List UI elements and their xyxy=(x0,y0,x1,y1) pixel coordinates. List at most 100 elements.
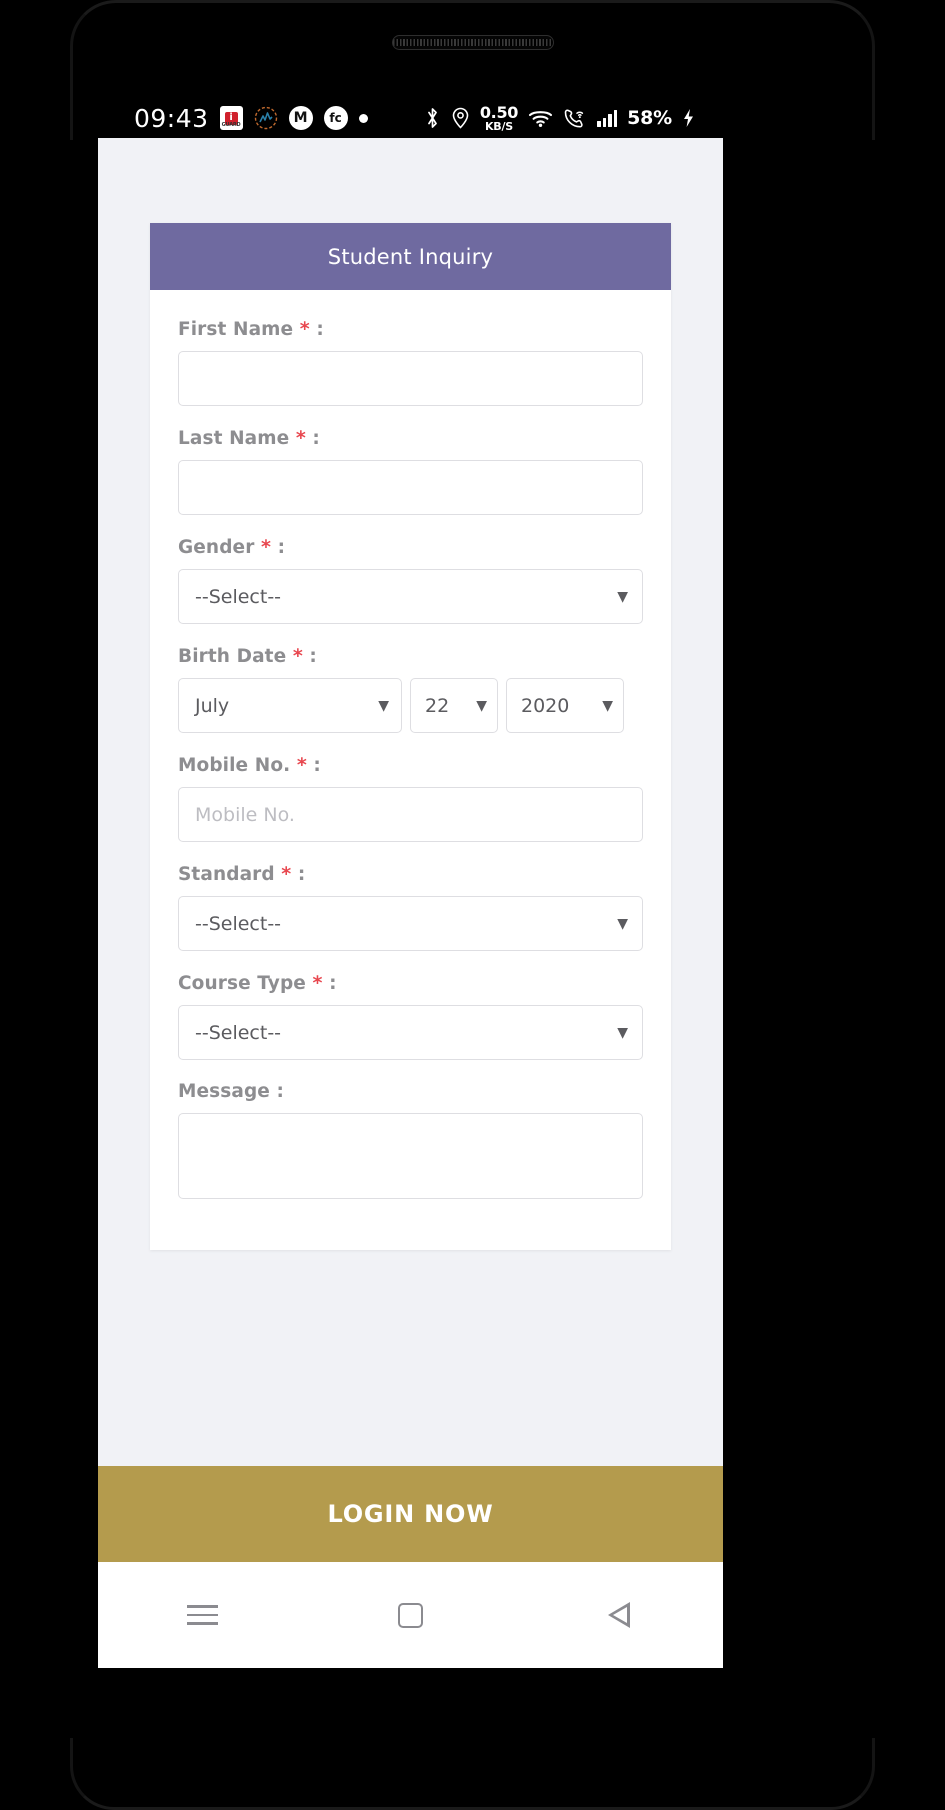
bluetooth-icon xyxy=(424,107,441,129)
birth-day-wrapper: 22 ▼ xyxy=(410,678,498,733)
course-type-select[interactable]: --Select-- ▼ xyxy=(178,1005,643,1060)
network-speed-unit: KB/S xyxy=(484,119,513,133)
label-birth-date: Birth Date * : xyxy=(178,645,643,667)
cellular-signal-icon xyxy=(597,109,618,127)
app-viewport: Student Inquiry First Name * : Last Name xyxy=(98,138,723,1468)
message-textarea[interactable] xyxy=(178,1113,643,1199)
network-speed-indicator: 0.50 KB/S xyxy=(479,102,519,133)
birth-year-select[interactable]: 2020 ▼ xyxy=(506,678,624,733)
label-colon: : xyxy=(297,864,306,885)
status-bar-left: 09:43 i GUARD M fc xyxy=(134,104,368,133)
label-colon: : xyxy=(276,1081,285,1102)
charging-bolt-icon xyxy=(682,108,695,128)
birth-month-value: July xyxy=(195,694,230,717)
phone-bottom-bezel xyxy=(70,1738,875,1810)
network-speed-value: 0.50 xyxy=(479,102,519,122)
label-text-first-name: First Name xyxy=(178,319,294,340)
itv-guard-app-icon: i GUARD xyxy=(219,106,243,130)
more-notifications-dot xyxy=(358,113,368,123)
phone-frame: 09:43 i GUARD M fc 0.50 KB/S 58% Student… xyxy=(0,0,945,1810)
status-bar: 09:43 i GUARD M fc 0.50 KB/S 58% xyxy=(98,98,723,138)
field-group-gender: Gender * : --Select-- ▼ xyxy=(178,536,643,624)
recents-icon xyxy=(186,1605,218,1625)
required-asterisk: * xyxy=(295,427,306,449)
birth-day-value: 22 xyxy=(425,694,450,717)
label-colon: : xyxy=(277,537,286,558)
label-message: Message : xyxy=(178,1081,643,1102)
required-asterisk: * xyxy=(281,863,292,885)
field-group-standard: Standard * : --Select-- ▼ xyxy=(178,863,643,951)
chevron-down-icon: ▼ xyxy=(617,1024,628,1041)
label-colon: : xyxy=(313,755,321,776)
birth-month-wrapper: July ▼ xyxy=(178,678,402,733)
label-text-last-name: Last Name xyxy=(178,428,290,449)
field-group-last-name: Last Name * : xyxy=(178,427,643,515)
label-colon: : xyxy=(309,646,317,667)
label-standard: Standard * : xyxy=(178,863,643,885)
location-pin-icon xyxy=(451,107,470,129)
page-title: Student Inquiry xyxy=(327,244,494,269)
field-group-message: Message : xyxy=(178,1081,643,1199)
birth-date-row: July ▼ 22 ▼ 2020 ▼ xyxy=(178,678,643,733)
label-text-standard: Standard xyxy=(178,864,275,885)
home-icon xyxy=(397,1602,423,1628)
login-now-label: LOGIN NOW xyxy=(327,1500,494,1528)
status-clock: 09:43 xyxy=(134,103,209,133)
label-colon: : xyxy=(312,428,320,449)
label-course-type: Course Type * : xyxy=(178,972,643,994)
login-now-button[interactable]: LOGIN NOW xyxy=(98,1466,723,1562)
wifi-calling-icon xyxy=(563,108,587,129)
label-text-mobile-no: Mobile No. xyxy=(178,755,291,776)
activity-tracker-icon xyxy=(254,106,278,130)
last-name-input[interactable] xyxy=(178,460,643,515)
fc-app-icon: fc xyxy=(323,106,348,130)
standard-select-value: --Select-- xyxy=(195,912,282,935)
nav-recents-button[interactable] xyxy=(157,1585,247,1645)
birth-day-select[interactable]: 22 ▼ xyxy=(410,678,498,733)
field-group-first-name: First Name * : xyxy=(178,318,643,406)
chevron-down-icon: ▼ xyxy=(617,915,628,932)
required-asterisk: * xyxy=(299,318,310,340)
battery-percent-label: 58% xyxy=(627,107,672,129)
standard-select[interactable]: --Select-- ▼ xyxy=(178,896,643,951)
back-icon xyxy=(607,1602,630,1628)
required-asterisk: * xyxy=(292,645,303,667)
student-inquiry-form-card: Student Inquiry First Name * : Last Name xyxy=(150,223,671,1250)
first-name-input[interactable] xyxy=(178,351,643,406)
label-mobile-no: Mobile No. * : xyxy=(178,754,643,776)
nav-home-button[interactable] xyxy=(365,1585,455,1645)
label-text-message: Message xyxy=(178,1081,270,1102)
field-group-mobile-no: Mobile No. * : Mobile No. xyxy=(178,754,643,842)
wifi-icon xyxy=(528,108,553,128)
field-group-birth-date: Birth Date * : July ▼ 22 ▼ 2020 ▼ xyxy=(178,645,643,733)
gender-select-value: --Select-- xyxy=(195,585,282,608)
birth-year-value: 2020 xyxy=(521,694,570,717)
chevron-down-icon: ▼ xyxy=(602,697,613,714)
gender-select[interactable]: --Select-- ▼ xyxy=(178,569,643,624)
required-asterisk: * xyxy=(312,972,323,994)
required-asterisk: * xyxy=(296,754,307,776)
android-navigation-bar xyxy=(98,1562,723,1668)
chevron-down-icon: ▼ xyxy=(617,588,628,605)
label-text-course-type: Course Type xyxy=(178,973,306,994)
label-colon: : xyxy=(316,319,324,340)
status-bar-right: 0.50 KB/S 58% xyxy=(424,102,695,133)
label-text-gender: Gender xyxy=(178,537,255,558)
nav-back-button[interactable] xyxy=(574,1585,664,1645)
birth-year-wrapper: 2020 ▼ xyxy=(506,678,624,733)
course-type-select-value: --Select-- xyxy=(195,1021,282,1044)
form-card-header: Student Inquiry xyxy=(150,223,671,290)
chevron-down-icon: ▼ xyxy=(378,697,389,714)
mobile-no-input[interactable]: Mobile No. xyxy=(178,787,643,842)
label-colon: : xyxy=(329,973,337,994)
earpiece-speaker-grille xyxy=(391,35,554,50)
label-first-name: First Name * : xyxy=(178,318,643,340)
required-asterisk: * xyxy=(260,536,272,558)
birth-month-select[interactable]: July ▼ xyxy=(178,678,402,733)
medium-app-icon: M xyxy=(288,106,313,130)
field-group-course-type: Course Type * : --Select-- ▼ xyxy=(178,972,643,1060)
chevron-down-icon: ▼ xyxy=(476,697,487,714)
form-card-body: First Name * : Last Name * : Gender *: … xyxy=(150,290,671,1250)
label-last-name: Last Name * : xyxy=(178,427,643,449)
label-gender: Gender * : xyxy=(178,536,643,558)
